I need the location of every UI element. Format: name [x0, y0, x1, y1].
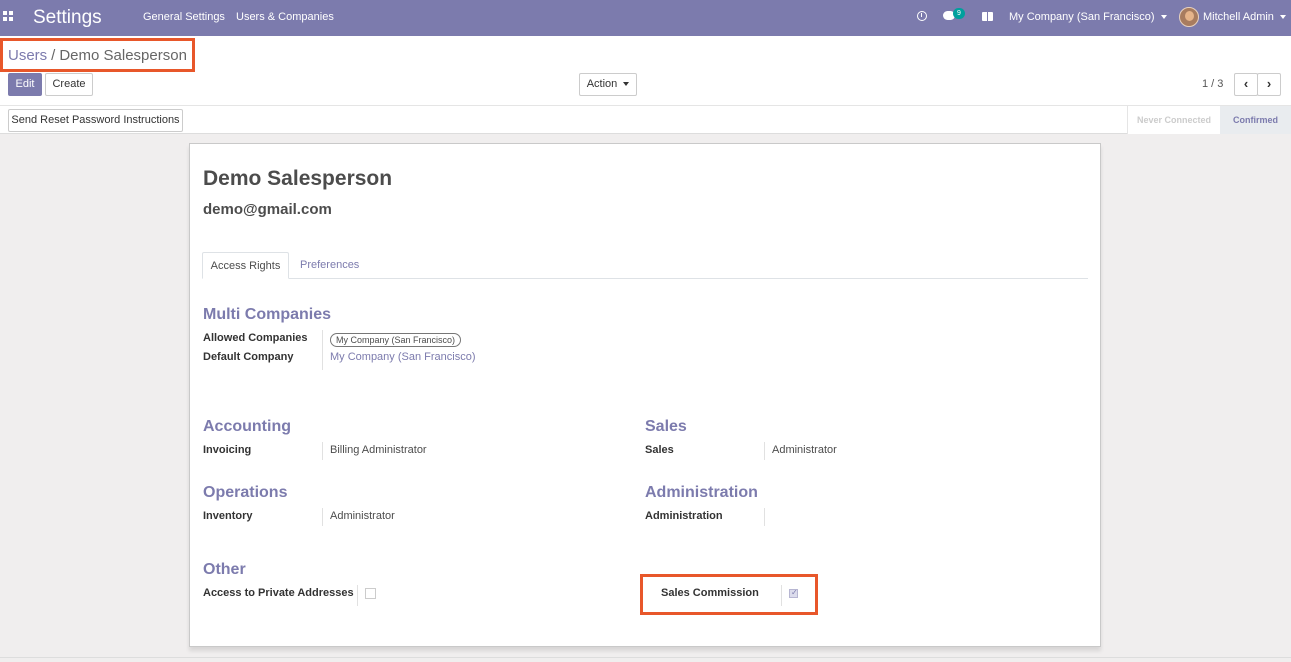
- administration-label: Administration: [645, 510, 723, 522]
- chevron-right-icon: ›: [1266, 76, 1272, 91]
- field-separator: [764, 442, 765, 460]
- field-separator: [322, 442, 323, 460]
- default-company-label: Default Company: [203, 351, 294, 363]
- caret-down-icon: [623, 82, 630, 87]
- user-name: Mitchell Admin: [1203, 11, 1274, 23]
- company-switcher[interactable]: My Company (San Francisco): [1009, 11, 1167, 23]
- sales-value[interactable]: Administrator: [772, 444, 837, 456]
- invoicing-label: Invoicing: [203, 444, 252, 456]
- caret-down-icon: [1160, 15, 1167, 20]
- pager-counter[interactable]: 1 / 3: [1202, 78, 1223, 90]
- create-button[interactable]: Create: [45, 73, 93, 96]
- field-separator: [357, 585, 358, 606]
- control-panel: Users / Demo Salesperson Edit Create Actio…: [0, 36, 1291, 134]
- edit-button[interactable]: Edit: [8, 73, 42, 96]
- highlight-box-sales-commission: [640, 574, 818, 615]
- activity-clock-icon[interactable]: [917, 11, 927, 21]
- record-title: Demo Salesperson: [203, 167, 393, 190]
- apps-menu-icon[interactable]: [3, 11, 13, 21]
- menu-users-companies[interactable]: Users & Companies: [236, 11, 334, 23]
- default-company-link[interactable]: My Company (San Francisco): [330, 351, 476, 363]
- status-confirmed: Confirmed: [1220, 106, 1291, 134]
- sales-label: Sales: [645, 444, 674, 456]
- record-email: demo@gmail.com: [203, 201, 332, 218]
- company-name: My Company (San Francisco): [1009, 11, 1155, 23]
- field-separator: [322, 330, 323, 370]
- private-addresses-label: Access to Private Addresses: [203, 587, 354, 599]
- group-title-administration: Administration: [645, 484, 758, 501]
- allowed-companies-label: Allowed Companies: [203, 332, 308, 344]
- status-never-connected: Never Connected: [1127, 106, 1220, 134]
- group-title-other: Other: [203, 561, 246, 578]
- tab-preferences[interactable]: Preferences: [300, 252, 359, 279]
- top-navbar: Settings General Settings Users & Compan…: [0, 0, 1291, 36]
- pager-next-button[interactable]: ›: [1257, 73, 1281, 96]
- bottom-divider: [0, 657, 1291, 658]
- send-reset-password-button[interactable]: Send Reset Password Instructions: [8, 109, 183, 132]
- form-sheet: Demo Salesperson demo@gmail.com Access R…: [189, 143, 1101, 647]
- inventory-label: Inventory: [203, 510, 253, 522]
- group-title-sales: Sales: [645, 418, 687, 435]
- highlight-box-breadcrumb: [0, 38, 195, 72]
- action-dropdown[interactable]: Action: [579, 73, 637, 96]
- inventory-value[interactable]: Administrator: [330, 510, 395, 522]
- caret-down-icon: [1279, 15, 1286, 20]
- field-separator: [764, 508, 765, 526]
- chat-count-badge: 9: [953, 8, 965, 19]
- app-title[interactable]: Settings: [33, 7, 102, 29]
- group-title-multi-companies: Multi Companies: [203, 306, 332, 323]
- avatar[interactable]: [1179, 7, 1199, 27]
- chevron-left-icon: ‹: [1243, 76, 1249, 91]
- field-separator: [322, 508, 323, 526]
- allowed-company-tag: My Company (San Francisco): [330, 333, 462, 347]
- tab-access-rights[interactable]: Access Rights: [202, 252, 289, 279]
- gift-icon[interactable]: [982, 10, 993, 21]
- group-title-operations: Operations: [203, 484, 288, 501]
- menu-general-settings[interactable]: General Settings: [143, 11, 225, 23]
- user-menu[interactable]: Mitchell Admin: [1203, 11, 1286, 23]
- group-title-accounting: Accounting: [203, 418, 291, 435]
- private-addresses-checkbox[interactable]: [365, 588, 376, 599]
- action-label: Action: [586, 78, 618, 90]
- statusbar-divider: [0, 105, 1291, 106]
- pager-previous-button[interactable]: ‹: [1234, 73, 1258, 96]
- invoicing-value[interactable]: Billing Administrator: [330, 444, 427, 456]
